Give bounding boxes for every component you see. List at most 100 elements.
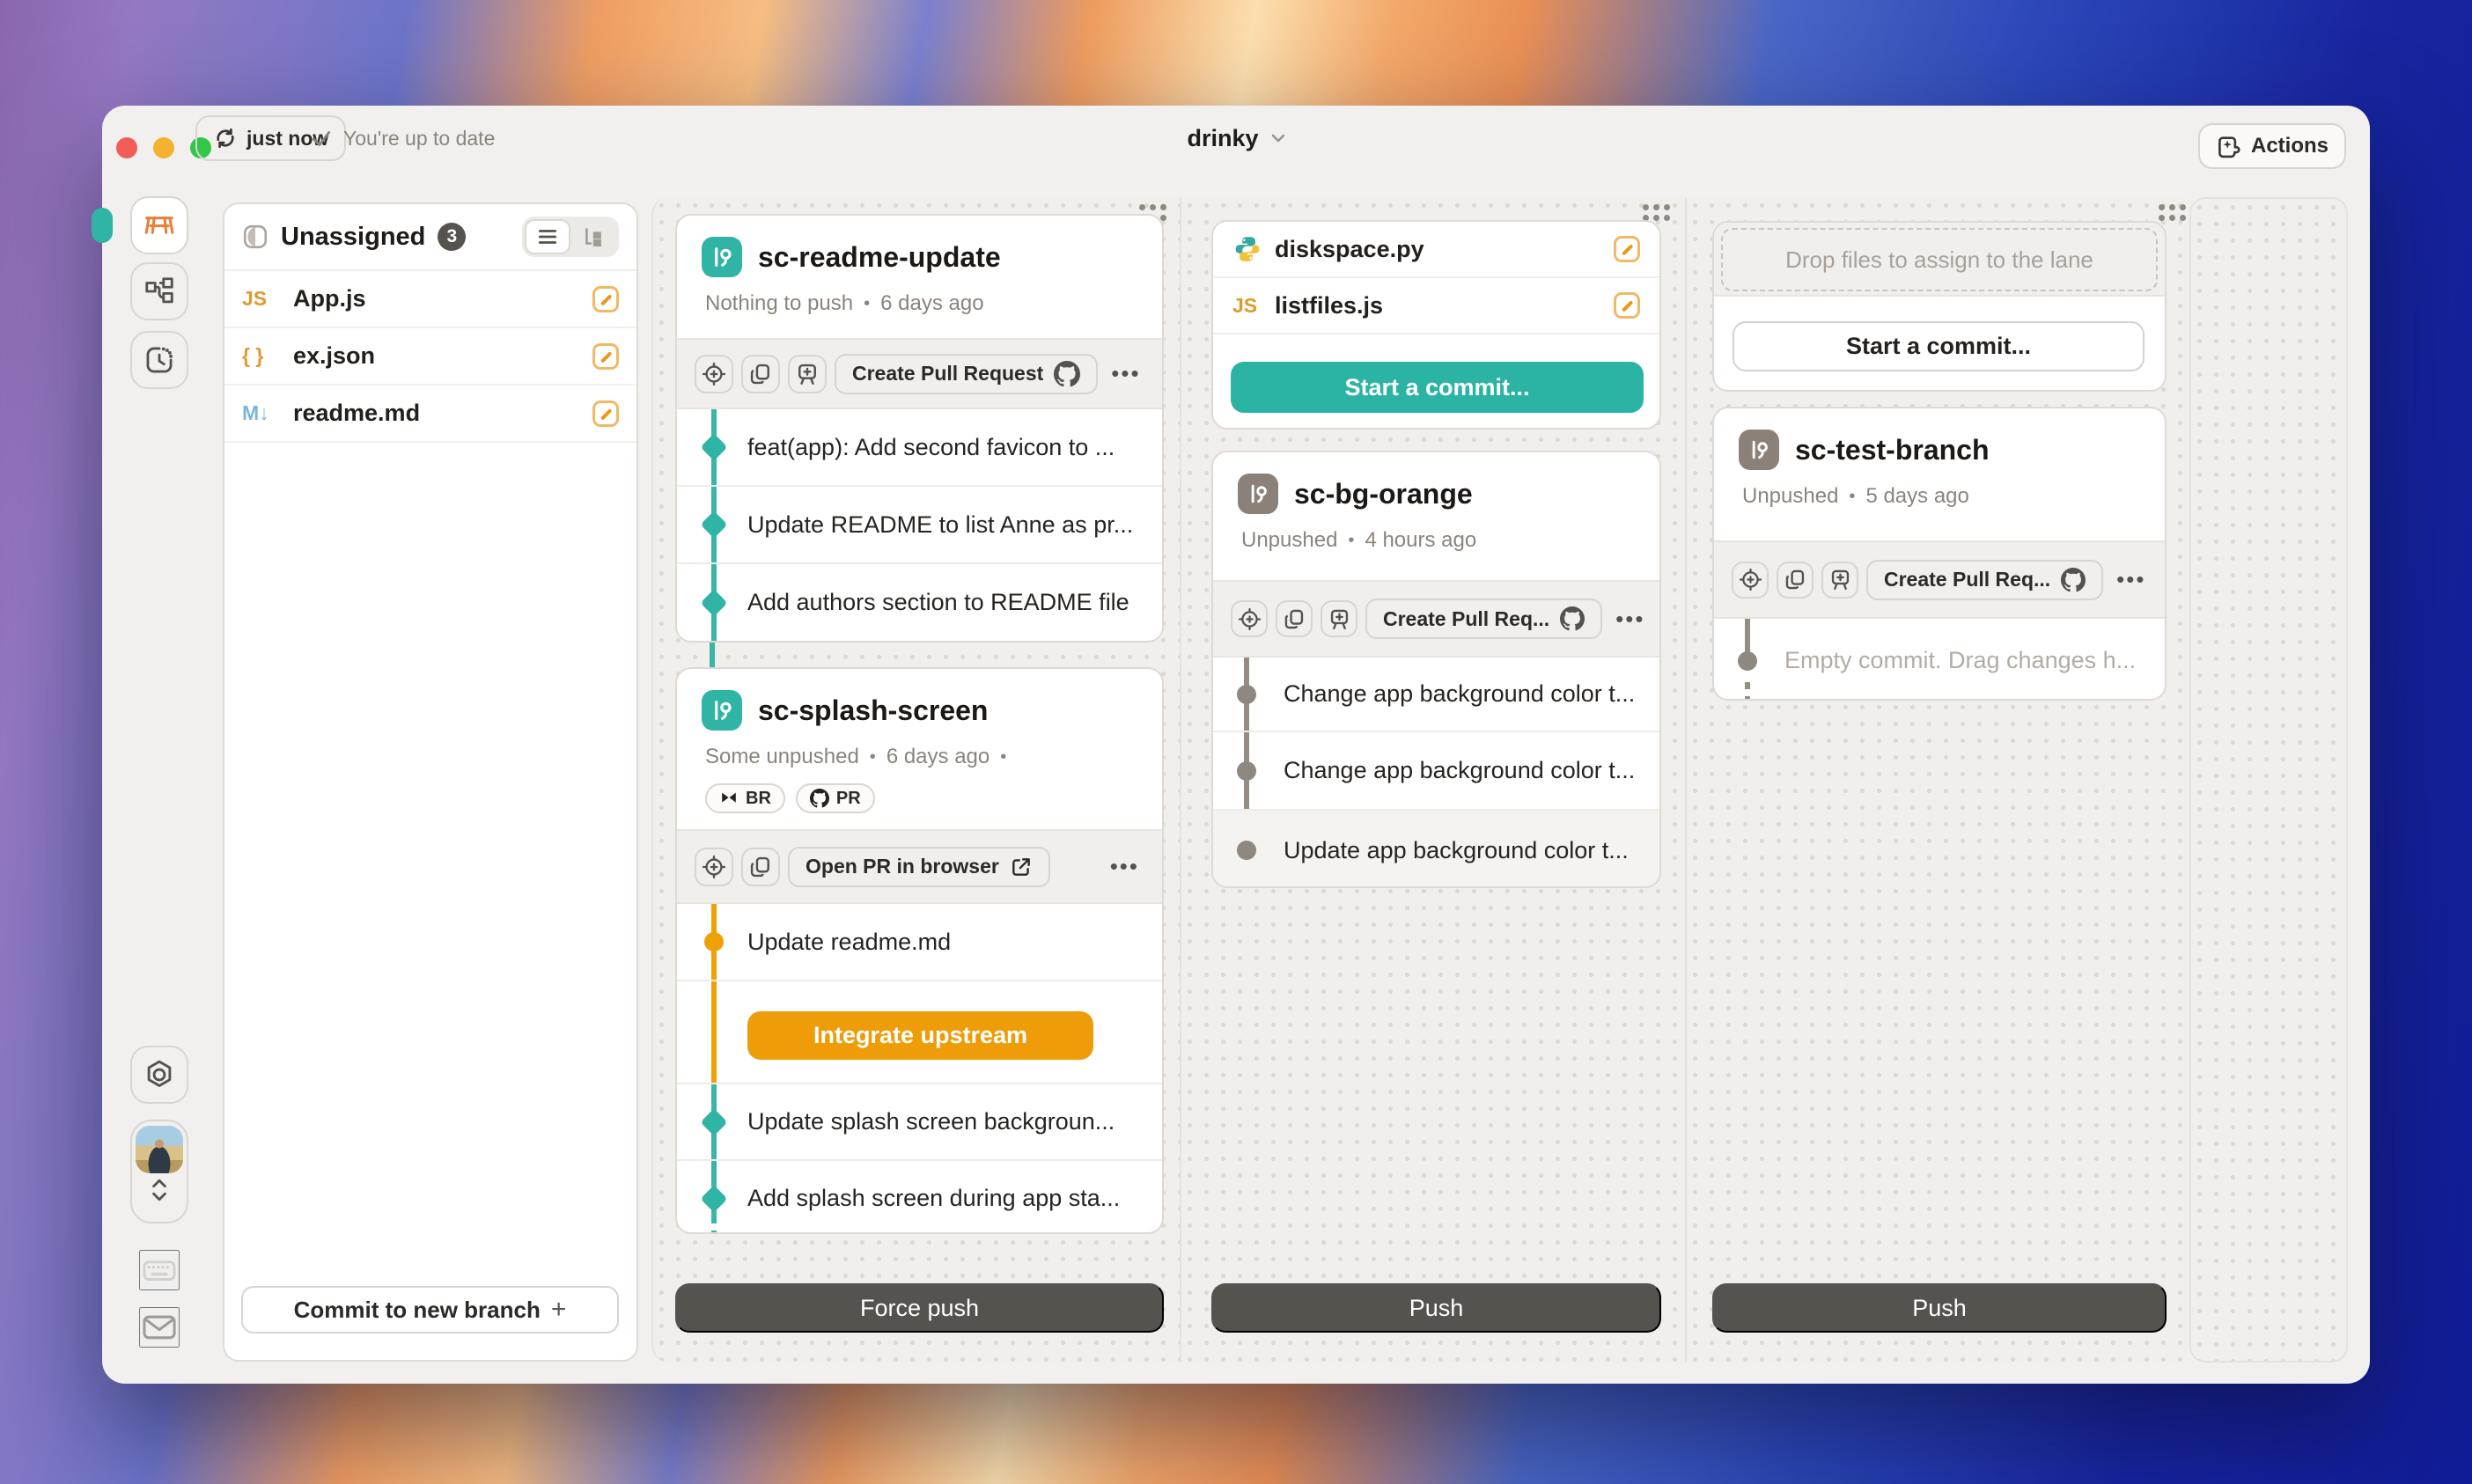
branch-status: Unpushed [1241, 528, 1337, 553]
file-row[interactable]: { } ex.json [224, 328, 636, 386]
github-icon [1054, 361, 1080, 387]
assign-changes-button[interactable] [695, 355, 733, 393]
create-pull-request-button[interactable]: Create Pull Request [835, 354, 1098, 394]
start-commit-button[interactable]: Start a commit... [1231, 362, 1644, 413]
copy-branch-button[interactable] [741, 848, 780, 886]
copy-branch-button[interactable] [1276, 600, 1313, 637]
close-window-button[interactable] [116, 137, 137, 158]
create-pull-request-button[interactable]: Create Pull Req... [1866, 560, 2103, 600]
modified-status-icon [1614, 236, 1640, 262]
commit-to-new-branch-button[interactable]: Commit to new branch + [241, 1286, 619, 1333]
commit-row[interactable]: Change app background color t... [1213, 732, 1659, 811]
commit-row[interactable]: Update splash screen backgroun... [677, 1084, 1162, 1161]
file-dropzone[interactable]: Drop files to assign to the lane [1721, 228, 2158, 291]
empty-commit-row[interactable]: Empty commit. Drag changes h... [1714, 619, 2165, 701]
mail-icon [141, 1309, 178, 1346]
unassigned-header: Unassigned 3 [224, 204, 636, 271]
commit-row[interactable]: Add splash screen during app sta... [677, 1161, 1162, 1234]
branch-icon [1739, 430, 1779, 470]
file-row[interactable]: JS App.js [224, 271, 636, 328]
file-row[interactable]: JS listfiles.js [1213, 278, 1659, 334]
sidebar-item-workspace[interactable] [130, 196, 188, 254]
active-workspace-indicator [92, 208, 113, 243]
lane-sc-test-branch: Drop files to assign to the lane Start a… [1687, 197, 2189, 1363]
empty-lane-drop-area[interactable] [2189, 197, 2348, 1363]
branch-toolbar: Create Pull Req... ••• [1213, 580, 1659, 658]
feedback-mail-button[interactable] [139, 1307, 180, 1348]
sidebar-item-branches[interactable] [130, 262, 188, 320]
branch-toolbar: Create Pull Request ••• [677, 338, 1162, 409]
app-window: just now You're up to date drinky Action… [102, 106, 2370, 1384]
project-switcher[interactable]: drinky [1159, 115, 1317, 161]
force-push-button[interactable]: Force push [675, 1283, 1164, 1333]
file-row[interactable]: M↓ readme.md [224, 386, 636, 443]
commit-row[interactable]: Add authors section to README file [677, 564, 1162, 641]
new-dependent-branch-button[interactable] [788, 355, 827, 393]
lane-commit-card: Drop files to assign to the lane Start a… [1712, 221, 2167, 392]
commit-row[interactable]: feat(app): Add second favicon to ... [677, 409, 1162, 487]
assign-changes-button[interactable] [1231, 600, 1268, 637]
tree-view-button[interactable] [570, 219, 616, 254]
branch-menu-button[interactable]: ••• [2111, 566, 2151, 593]
chevron-down-icon [1268, 128, 1289, 149]
list-view-button[interactable] [525, 219, 570, 254]
assign-changes-button[interactable] [695, 848, 733, 886]
modified-status-icon [592, 343, 619, 370]
lane-drag-handle[interactable] [2159, 204, 2186, 221]
settings-button[interactable] [130, 1046, 188, 1104]
github-icon [1560, 606, 1585, 631]
branch-status: Nothing to push [705, 291, 853, 316]
pull-request-badge[interactable]: PR [796, 783, 875, 813]
unassigned-panel: Unassigned 3 JS App.js { } ex.json M↓ re… [223, 202, 638, 1362]
remote-branch-badge[interactable]: BR [705, 783, 785, 813]
new-dependent-branch-button[interactable] [1821, 562, 1858, 599]
commit-dot-unpushed [1237, 841, 1256, 860]
create-pull-request-button[interactable]: Create Pull Req... [1365, 599, 1602, 639]
integrate-upstream-button[interactable]: Integrate upstream [747, 1011, 1093, 1060]
upstream-commit-row[interactable]: Update readme.md [677, 904, 1162, 981]
plus-icon: + [551, 1295, 567, 1325]
unassigned-icon [242, 224, 269, 250]
actions-button[interactable]: Actions [2198, 123, 2346, 169]
branch-toolbar: Create Pull Req... ••• [1714, 540, 2165, 619]
json-file-icon: { } [242, 344, 281, 368]
check-icon [310, 127, 333, 150]
avatar [136, 1126, 183, 1173]
chevron-up-down-icon [148, 1177, 171, 1203]
ai-actions-icon [2216, 133, 2242, 159]
sidebar-item-history[interactable] [130, 331, 188, 389]
uptodate-label: You're up to date [343, 127, 495, 151]
keyboard-icon [141, 1252, 178, 1289]
branch-icon [702, 237, 742, 277]
commit-dot-pushed [700, 433, 727, 460]
branch-menu-button[interactable]: ••• [1610, 606, 1650, 633]
keyboard-shortcuts-button[interactable] [139, 1250, 180, 1290]
branch-menu-button[interactable]: ••• [1106, 360, 1145, 387]
assigned-files-card: diskspace.py JS listfiles.js Start a com… [1211, 220, 1661, 430]
js-file-icon: JS [242, 287, 281, 311]
branch-toolbar: Open PR in browser ••• [677, 829, 1162, 904]
github-icon [2061, 568, 2086, 592]
branch-menu-button[interactable]: ••• [1105, 853, 1144, 880]
file-row[interactable]: diskspace.py [1213, 222, 1659, 278]
lane-drag-handle[interactable] [1643, 204, 1670, 221]
copy-branch-button[interactable] [741, 355, 780, 393]
start-commit-button[interactable]: Start a commit... [1733, 321, 2145, 371]
unassigned-count-badge: 3 [438, 223, 466, 251]
gear-icon [143, 1058, 176, 1091]
open-pr-in-browser-button[interactable]: Open PR in browser [788, 847, 1050, 887]
commit-row[interactable]: Change app background color t... [1213, 658, 1659, 732]
profile-switcher[interactable] [130, 1120, 188, 1223]
branch-time: 6 days ago [887, 745, 990, 769]
branch-icon [702, 690, 742, 731]
branch-card-sc-bg-orange: sc-bg-orange Unpushed • 4 hours ago [1211, 451, 1661, 888]
push-button[interactable]: Push [1712, 1283, 2167, 1333]
new-dependent-branch-button[interactable] [1321, 600, 1357, 637]
copy-branch-button[interactable] [1777, 562, 1814, 599]
assign-changes-button[interactable] [1732, 562, 1769, 599]
commit-row[interactable]: Update README to list Anne as pr... [677, 487, 1162, 564]
uptodate-status: You're up to date [310, 115, 495, 161]
push-button[interactable]: Push [1211, 1283, 1661, 1333]
commit-row[interactable]: Update app background color t... [1213, 811, 1659, 888]
minimize-window-button[interactable] [153, 137, 174, 158]
